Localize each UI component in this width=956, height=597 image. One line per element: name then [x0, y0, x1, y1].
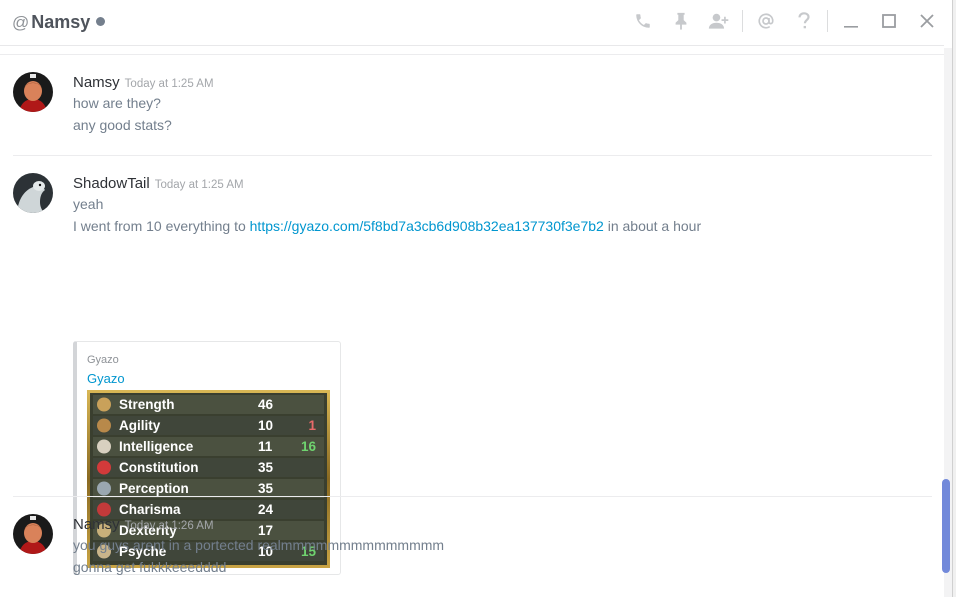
message-content: ShadowTail Today at 1:25 AM yeah I went f… [73, 175, 701, 237]
stat-value: 11 [258, 439, 273, 454]
avatar[interactable] [13, 72, 53, 112]
stat-name: Perception [119, 481, 189, 496]
username[interactable]: Namsy [73, 74, 120, 91]
minimize-icon[interactable] [832, 0, 870, 42]
embed-provider: Gyazo [87, 354, 119, 366]
timestamp: Today at 1:25 AM [154, 179, 244, 191]
header-toolbar [624, 0, 946, 42]
stat-icon [97, 397, 111, 412]
message-text: I went from 10 everything to https://gya… [73, 215, 701, 237]
timestamp: Today at 1:26 AM [124, 520, 214, 532]
stat-value: 35 [258, 481, 274, 496]
text-fragment: in about a hour [603, 218, 702, 234]
pin-icon[interactable] [662, 0, 700, 42]
message-content: Namsy Today at 1:25 AM how are they? any … [73, 74, 214, 136]
dm-window: @ Namsy Namsy Today at 1:25 AM how are t… [0, 0, 956, 597]
stat-icon [97, 502, 111, 517]
window-edge [952, 0, 956, 597]
stat-icon [97, 481, 111, 496]
add-friend-icon[interactable] [700, 0, 738, 42]
message-list: Namsy Today at 1:25 AM how are they? any … [0, 55, 944, 597]
stat-value: 10 [258, 418, 273, 433]
stat-value: 35 [258, 460, 274, 475]
mention-icon[interactable] [747, 0, 785, 42]
message-content: Namsy Today at 1:26 AM you guys arent in … [73, 516, 444, 578]
username[interactable]: ShadowTail [73, 175, 150, 192]
close-icon[interactable] [908, 0, 946, 42]
text-fragment: I went from 10 everything to [73, 218, 250, 234]
stat-value: 46 [258, 397, 274, 412]
phone-icon[interactable] [624, 0, 662, 42]
message-text: you guys arent in a portected realmmmmmm… [73, 537, 445, 553]
embed-title[interactable]: Gyazo [87, 371, 125, 386]
stat-bonus: 1 [308, 418, 316, 433]
message-text: gonna get fukkkeeedddd [73, 559, 227, 575]
channel-name: Namsy [31, 12, 91, 32]
stat-value: 24 [258, 502, 274, 517]
stat-name: Charisma [119, 502, 181, 517]
username[interactable]: Namsy [73, 516, 120, 533]
stat-name: Strength [119, 397, 175, 412]
stat-icon [97, 460, 111, 475]
toolbar-divider [742, 10, 743, 32]
toolbar-divider [827, 10, 828, 32]
gyazo-link[interactable]: https://gyazo.com/5f8bd7a3cb6d908b32ea13… [250, 218, 604, 234]
stat-icon [97, 418, 111, 433]
message-divider [13, 155, 932, 156]
stat-name: Intelligence [119, 439, 194, 454]
at-symbol: @ [12, 12, 30, 32]
help-icon[interactable] [785, 0, 823, 42]
avatar[interactable] [13, 514, 53, 554]
avatar[interactable] [13, 173, 53, 213]
maximize-icon[interactable] [870, 0, 908, 42]
message-text: how are they? [73, 95, 161, 111]
timestamp: Today at 1:25 AM [124, 78, 214, 90]
scrollbar-thumb[interactable] [942, 479, 950, 573]
message-text: yeah [73, 196, 104, 212]
stat-bonus: 16 [301, 439, 317, 454]
stat-icon [97, 439, 111, 454]
stat-name: Constitution [119, 460, 198, 475]
message-divider [13, 496, 932, 497]
stat-name: Agility [119, 418, 161, 433]
status-indicator [96, 17, 106, 26]
message-text: any good stats? [73, 117, 172, 133]
